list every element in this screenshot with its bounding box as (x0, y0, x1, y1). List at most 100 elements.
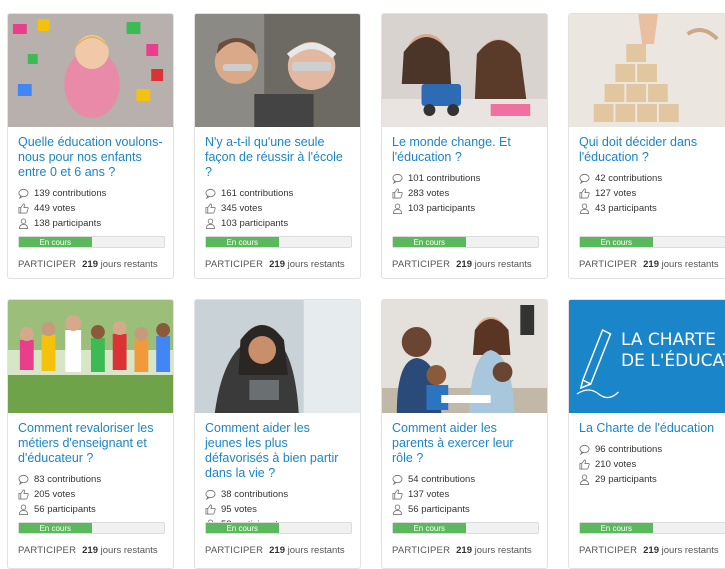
speech-bubble-icon (392, 173, 404, 184)
status-label: En cours (580, 237, 653, 247)
contributions-count: 139 contributions (18, 186, 163, 201)
progress-bar: En cours (579, 236, 725, 248)
votes-count: 137 votes (392, 487, 537, 502)
days-remaining-label: jours restants (287, 545, 345, 556)
progress-bar: En cours (392, 236, 539, 248)
status-label: En cours (393, 237, 466, 247)
card-title[interactable]: Le monde change. Et l'éducation ? (392, 135, 537, 165)
participants-count: 103 participants (205, 216, 350, 231)
card-footer: PARTICIPER 219 jours restants (579, 259, 725, 270)
card-image[interactable] (195, 300, 360, 413)
participants-count: 56 participants (392, 502, 537, 517)
consultation-card[interactable]: LA CHARTE DE L'ÉDUCATION La Charte de l'… (568, 299, 725, 569)
thumbs-up-icon (18, 489, 30, 500)
card-image[interactable]: LA CHARTE DE L'ÉDUCATION (569, 300, 725, 413)
days-remaining-label: jours restants (474, 545, 532, 556)
participate-link[interactable]: PARTICIPER (579, 259, 637, 270)
votes-count: 210 votes (579, 457, 725, 472)
days-remaining-number: 219 (82, 259, 98, 270)
card-image[interactable] (195, 14, 360, 127)
thumbs-up-icon (205, 203, 217, 214)
consultation-card[interactable]: Quelle éducation voulons-nous pour nos e… (7, 13, 174, 279)
card-title[interactable]: Comment revaloriser les métiers d'enseig… (18, 421, 163, 466)
speech-bubble-icon (18, 188, 30, 199)
votes-count: 345 votes (205, 201, 350, 216)
consultation-card[interactable]: Comment aider les jeunes les plus défavo… (194, 299, 361, 569)
speech-bubble-icon (392, 474, 404, 485)
card-title[interactable]: Comment aider les parents à exercer leur… (392, 421, 537, 466)
speech-bubble-icon (18, 474, 30, 485)
person-icon (205, 218, 217, 229)
participate-link[interactable]: PARTICIPER (18, 259, 76, 270)
votes-count: 449 votes (18, 201, 163, 216)
speech-bubble-icon (205, 489, 217, 500)
contributions-count: 42 contributions (579, 171, 725, 186)
card-title[interactable]: Quelle éducation voulons-nous pour nos e… (18, 135, 163, 180)
consultation-card[interactable]: Comment aider les parents à exercer leur… (381, 299, 548, 569)
person-icon (579, 203, 591, 214)
card-footer: PARTICIPER 219 jours restants (205, 545, 356, 556)
card-image[interactable] (382, 300, 547, 413)
thumbs-up-icon (18, 203, 30, 214)
participate-link[interactable]: PARTICIPER (205, 259, 263, 270)
participants-count: 43 participants (579, 201, 725, 216)
charter-banner-text: LA CHARTE DE L'ÉDUCATION (621, 330, 725, 371)
person-icon (392, 203, 404, 214)
days-remaining-number: 219 (456, 545, 472, 556)
card-title[interactable]: Qui doit décider dans l'éducation ? (579, 135, 725, 165)
speech-bubble-icon (579, 444, 591, 455)
participants-count: 29 participants (579, 472, 725, 487)
days-remaining-label: jours restants (100, 545, 158, 556)
thumbs-up-icon (579, 188, 591, 199)
contributions-count: 38 contributions (205, 487, 350, 502)
contributions-count: 101 contributions (392, 171, 537, 186)
participants-count: 103 participants (392, 201, 537, 216)
thumbs-up-icon (579, 459, 591, 470)
contributions-count: 161 contributions (205, 186, 350, 201)
votes-count: 127 votes (579, 186, 725, 201)
participants-count: 56 participants (18, 502, 163, 517)
status-label: En cours (580, 523, 653, 533)
days-remaining-number: 219 (269, 259, 285, 270)
card-footer: PARTICIPER 219 jours restants (205, 259, 356, 270)
progress-bar: En cours (579, 522, 725, 534)
votes-count: 283 votes (392, 186, 537, 201)
progress-bar: En cours (205, 522, 352, 534)
contributions-count: 54 contributions (392, 472, 537, 487)
days-remaining-label: jours restants (661, 545, 719, 556)
speech-bubble-icon (205, 188, 217, 199)
thumbs-up-icon (392, 489, 404, 500)
thumbs-up-icon (205, 504, 217, 515)
contributions-count: 96 contributions (579, 442, 725, 457)
card-title[interactable]: Comment aider les jeunes les plus défavo… (205, 421, 350, 481)
participate-link[interactable]: PARTICIPER (205, 545, 263, 556)
card-image[interactable] (8, 14, 173, 127)
participate-link[interactable]: PARTICIPER (392, 259, 450, 270)
status-label: En cours (19, 237, 92, 247)
participants-count: 138 participants (18, 216, 163, 231)
contributions-count: 83 contributions (18, 472, 163, 487)
progress-bar: En cours (205, 236, 352, 248)
consultation-card[interactable]: N'y a-t-il qu'une seule façon de réussir… (194, 13, 361, 279)
card-image[interactable] (382, 14, 547, 127)
card-image[interactable] (569, 14, 725, 127)
consultation-card[interactable]: Le monde change. Et l'éducation ? 101 co… (381, 13, 548, 279)
card-footer: PARTICIPER 219 jours restants (392, 545, 543, 556)
consultation-card[interactable]: Qui doit décider dans l'éducation ? 42 c… (568, 13, 725, 279)
progress-bar: En cours (18, 236, 165, 248)
card-footer: PARTICIPER 219 jours restants (392, 259, 543, 270)
card-title[interactable]: N'y a-t-il qu'une seule façon de réussir… (205, 135, 350, 180)
participate-link[interactable]: PARTICIPER (579, 545, 637, 556)
card-image[interactable] (8, 300, 173, 413)
votes-count: 205 votes (18, 487, 163, 502)
card-footer: PARTICIPER 219 jours restants (18, 545, 169, 556)
person-icon (18, 504, 30, 515)
card-footer: PARTICIPER 219 jours restants (18, 259, 169, 270)
participate-link[interactable]: PARTICIPER (392, 545, 450, 556)
participate-link[interactable]: PARTICIPER (18, 545, 76, 556)
days-remaining-label: jours restants (474, 259, 532, 270)
days-remaining-label: jours restants (661, 259, 719, 270)
card-footer: PARTICIPER 219 jours restants (579, 545, 725, 556)
consultation-card[interactable]: Comment revaloriser les métiers d'enseig… (7, 299, 174, 569)
card-title[interactable]: La Charte de l'éducation (579, 421, 725, 436)
